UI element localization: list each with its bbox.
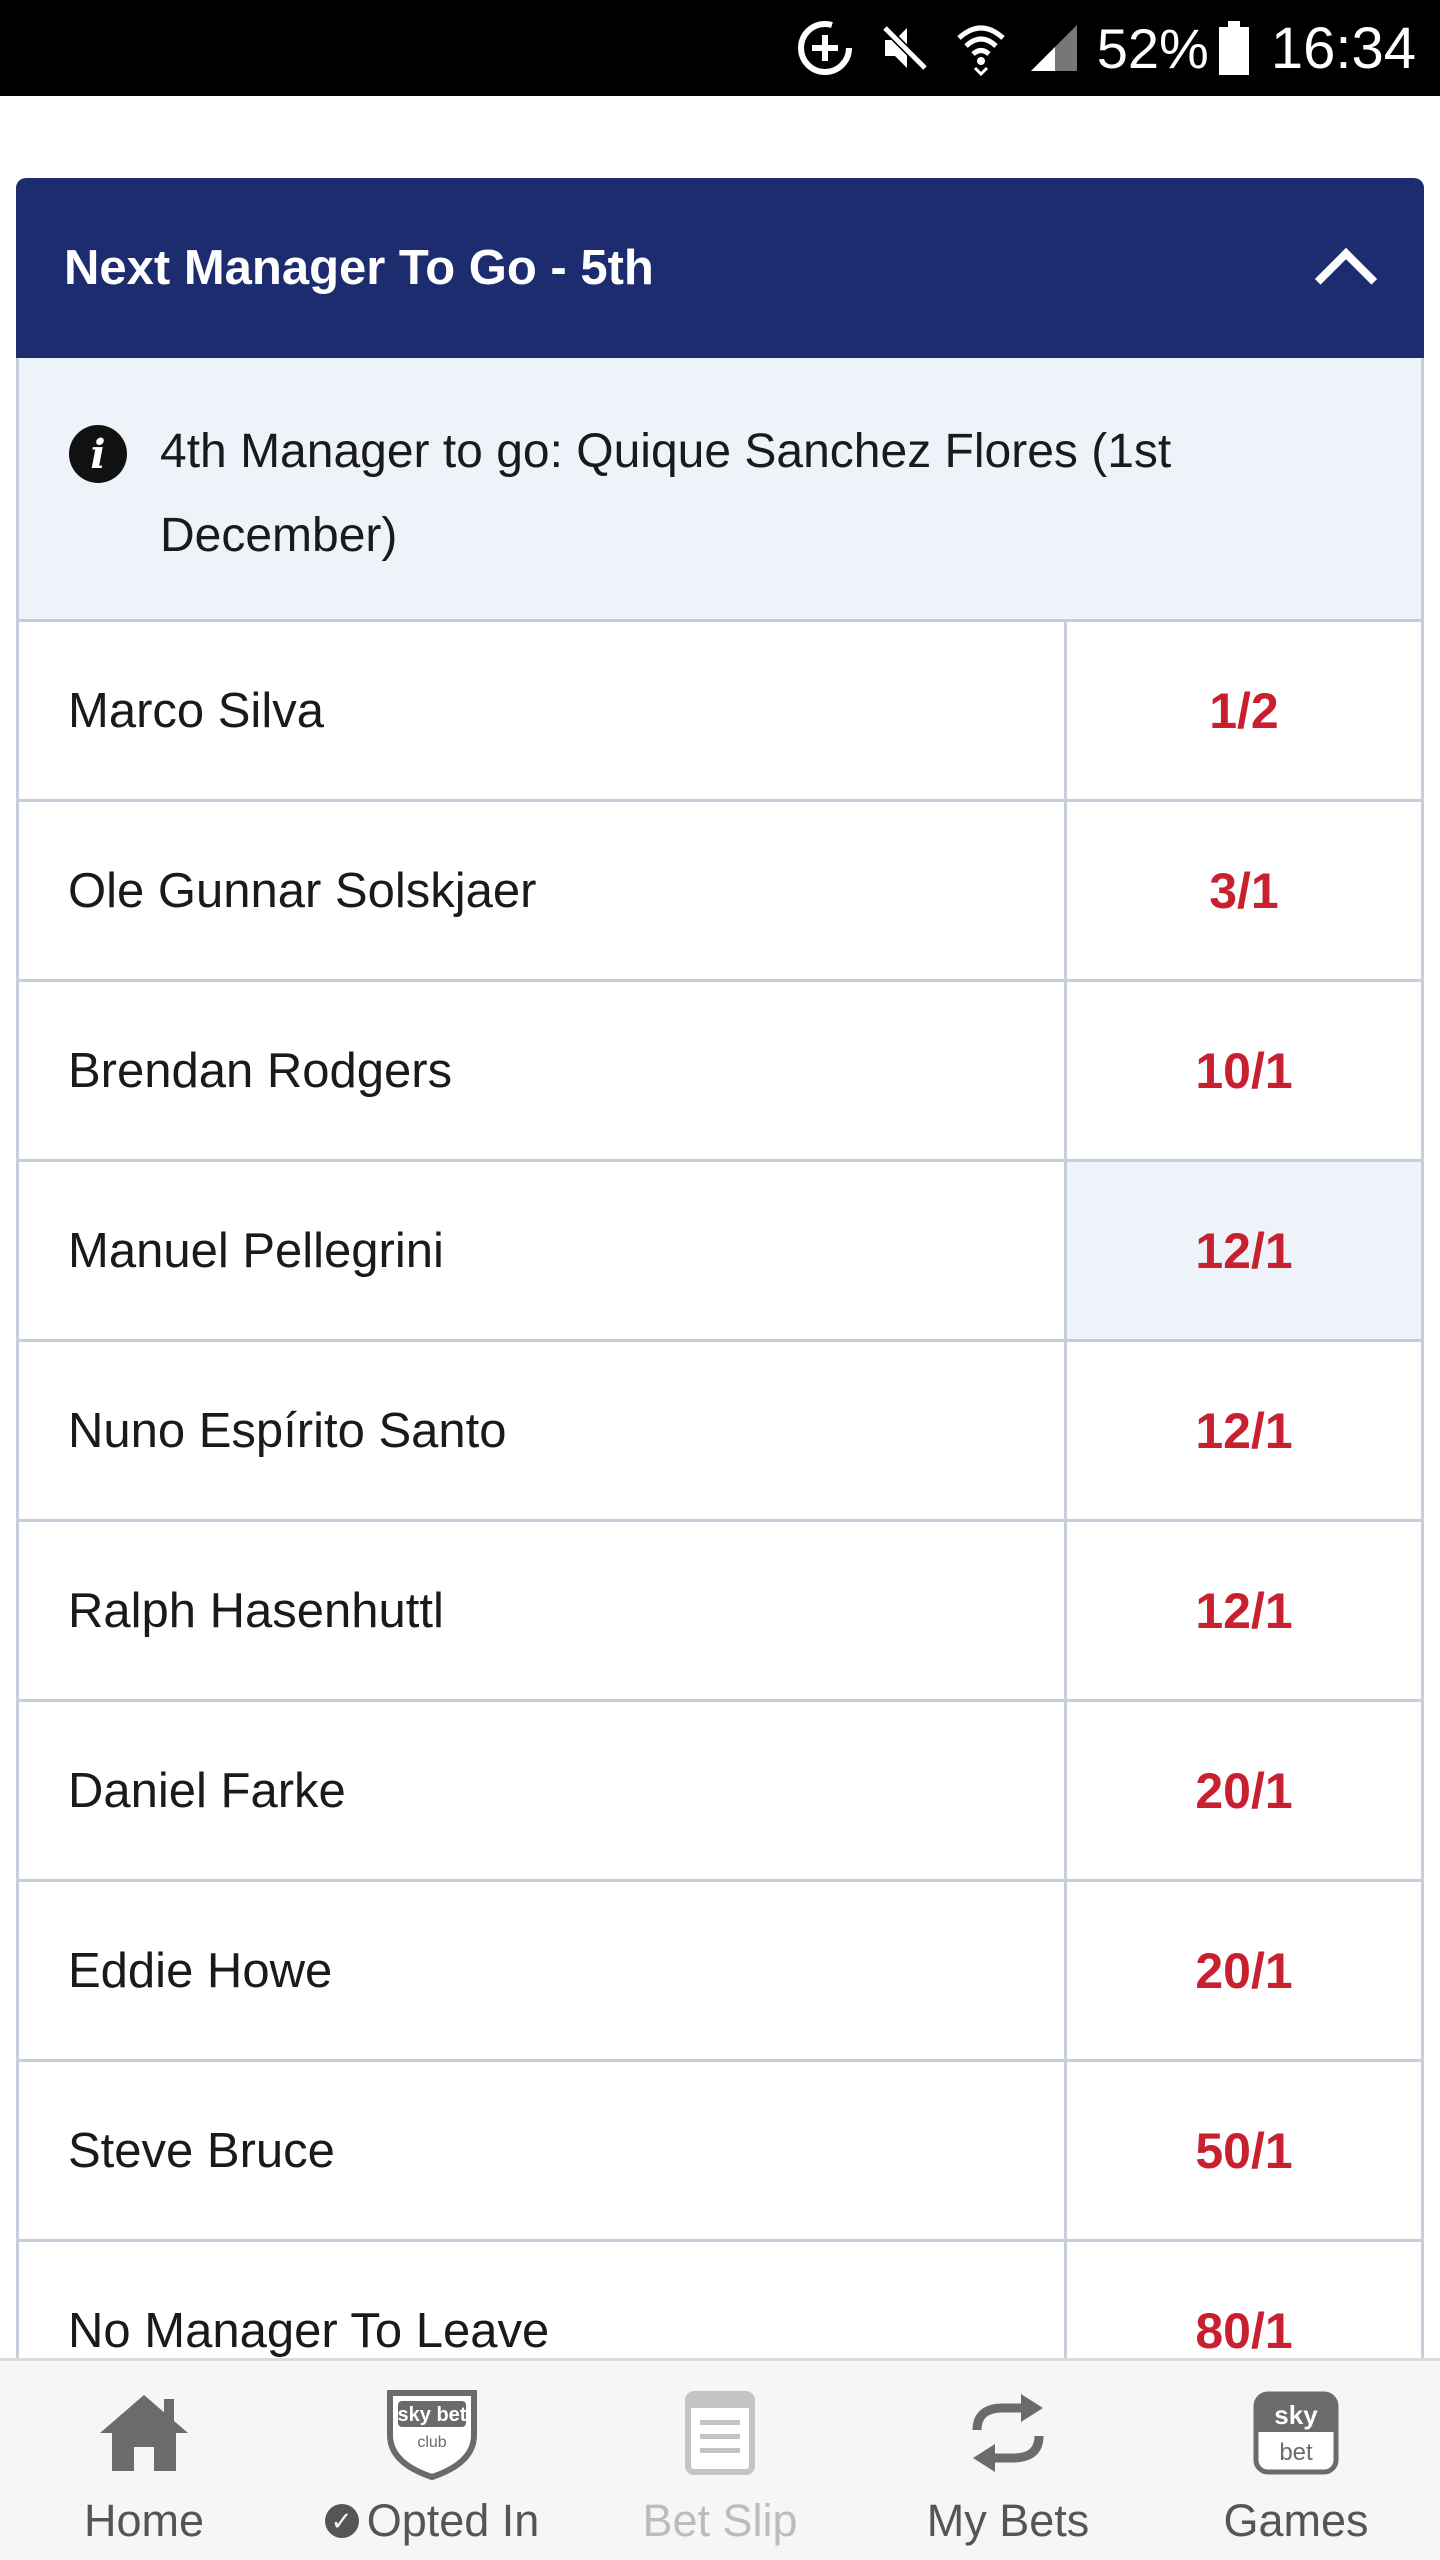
bet-slip-icon — [665, 2383, 775, 2483]
my-bets-refresh-icon — [953, 2383, 1063, 2483]
price-button[interactable]: 10/1 — [1067, 982, 1421, 1159]
market-header[interactable]: Next Manager To Go - 5th — [16, 178, 1424, 358]
signal-icon — [1029, 23, 1079, 73]
chevron-up-icon[interactable] — [1314, 247, 1378, 311]
nav-games-label: Games — [1223, 2495, 1369, 2546]
price-button[interactable]: 1/2 — [1067, 622, 1421, 799]
selection-name: Eddie Howe — [19, 1882, 1067, 2059]
nav-home-label: Home — [83, 2495, 205, 2546]
selection-name: Manuel Pellegrini — [19, 1162, 1067, 1339]
skybet-games-icon: sky bet — [1241, 2383, 1351, 2483]
price-button[interactable]: 12/1 — [1067, 1342, 1421, 1519]
nav-opted-in[interactable]: sky bet club ✓ Opted In — [288, 2361, 576, 2560]
selection-name: Steve Bruce — [19, 2062, 1067, 2239]
info-icon: i — [69, 425, 127, 483]
home-icon — [89, 2383, 199, 2483]
opted-in-text: Opted In — [366, 2495, 540, 2546]
selection-name: Brendan Rodgers — [19, 982, 1067, 1159]
nav-bet-slip[interactable]: Bet Slip — [576, 2361, 864, 2560]
selection-row: Ole Gunnar Solskjaer 3/1 — [16, 802, 1424, 982]
check-icon: ✓ — [324, 2504, 359, 2538]
nav-my-bets[interactable]: My Bets — [864, 2361, 1152, 2560]
market-info-text: 4th Manager to go: Quique Sanchez Flores… — [160, 425, 1172, 562]
selection-row: Steve Bruce 50/1 — [16, 2062, 1424, 2242]
wifi-icon — [955, 20, 1007, 76]
selection-name: Daniel Farke — [19, 1702, 1067, 1879]
selection-name: Nuno Espírito Santo — [19, 1342, 1067, 1519]
nav-games[interactable]: sky bet Games — [1152, 2361, 1440, 2560]
selection-row: Eddie Howe 20/1 — [16, 1882, 1424, 2062]
market-card: Next Manager To Go - 5th i 4th Manager t… — [16, 178, 1424, 2422]
nav-my-bets-label: My Bets — [926, 2495, 1090, 2546]
price-button-selected[interactable]: 12/1 — [1067, 1162, 1421, 1339]
price-button[interactable]: 20/1 — [1067, 1702, 1421, 1879]
selection-name: Ole Gunnar Solskjaer — [19, 802, 1067, 979]
skybet-club-shield-icon: sky bet club — [377, 2383, 487, 2483]
price-button[interactable]: 12/1 — [1067, 1522, 1421, 1699]
battery-icon — [1218, 21, 1249, 75]
games-logo-subtext: bet — [1279, 2439, 1313, 2466]
market-title: Next Manager To Go - 5th — [64, 241, 654, 295]
data-saver-icon — [795, 18, 855, 78]
selection-name: Marco Silva — [19, 622, 1067, 799]
nav-opted-in-label: ✓ Opted In — [324, 2495, 540, 2547]
games-logo-text: sky — [1274, 2400, 1318, 2430]
selection-row: Nuno Espírito Santo 12/1 — [16, 1342, 1424, 1522]
selection-row: Daniel Farke 20/1 — [16, 1702, 1424, 1882]
selection-row: Manuel Pellegrini 12/1 — [16, 1162, 1424, 1342]
clock: 16:34 — [1270, 15, 1416, 81]
nav-home[interactable]: Home — [0, 2361, 288, 2560]
mute-icon — [877, 20, 933, 76]
price-button[interactable]: 20/1 — [1067, 1882, 1421, 2059]
selection-name: Ralph Hasenhuttl — [19, 1522, 1067, 1699]
battery-percent: 52% — [1096, 16, 1209, 80]
club-logo-text: sky bet — [398, 2404, 467, 2426]
nav-bet-slip-label: Bet Slip — [642, 2495, 798, 2546]
selections-list: Marco Silva 1/2 Ole Gunnar Solskjaer 3/1… — [16, 622, 1424, 2422]
selection-row: Brendan Rodgers 10/1 — [16, 982, 1424, 1162]
selection-row: Marco Silva 1/2 — [16, 622, 1424, 802]
market-info-box: i 4th Manager to go: Quique Sanchez Flor… — [16, 358, 1424, 622]
club-logo-subtext: club — [417, 2434, 446, 2451]
price-button[interactable]: 50/1 — [1067, 2062, 1421, 2239]
price-button[interactable]: 3/1 — [1067, 802, 1421, 979]
bottom-nav: Home sky bet club ✓ Opted In Bet Slip My… — [0, 2358, 1440, 2560]
status-bar: 52% 16:34 — [0, 0, 1440, 96]
selection-row: Ralph Hasenhuttl 12/1 — [16, 1522, 1424, 1702]
